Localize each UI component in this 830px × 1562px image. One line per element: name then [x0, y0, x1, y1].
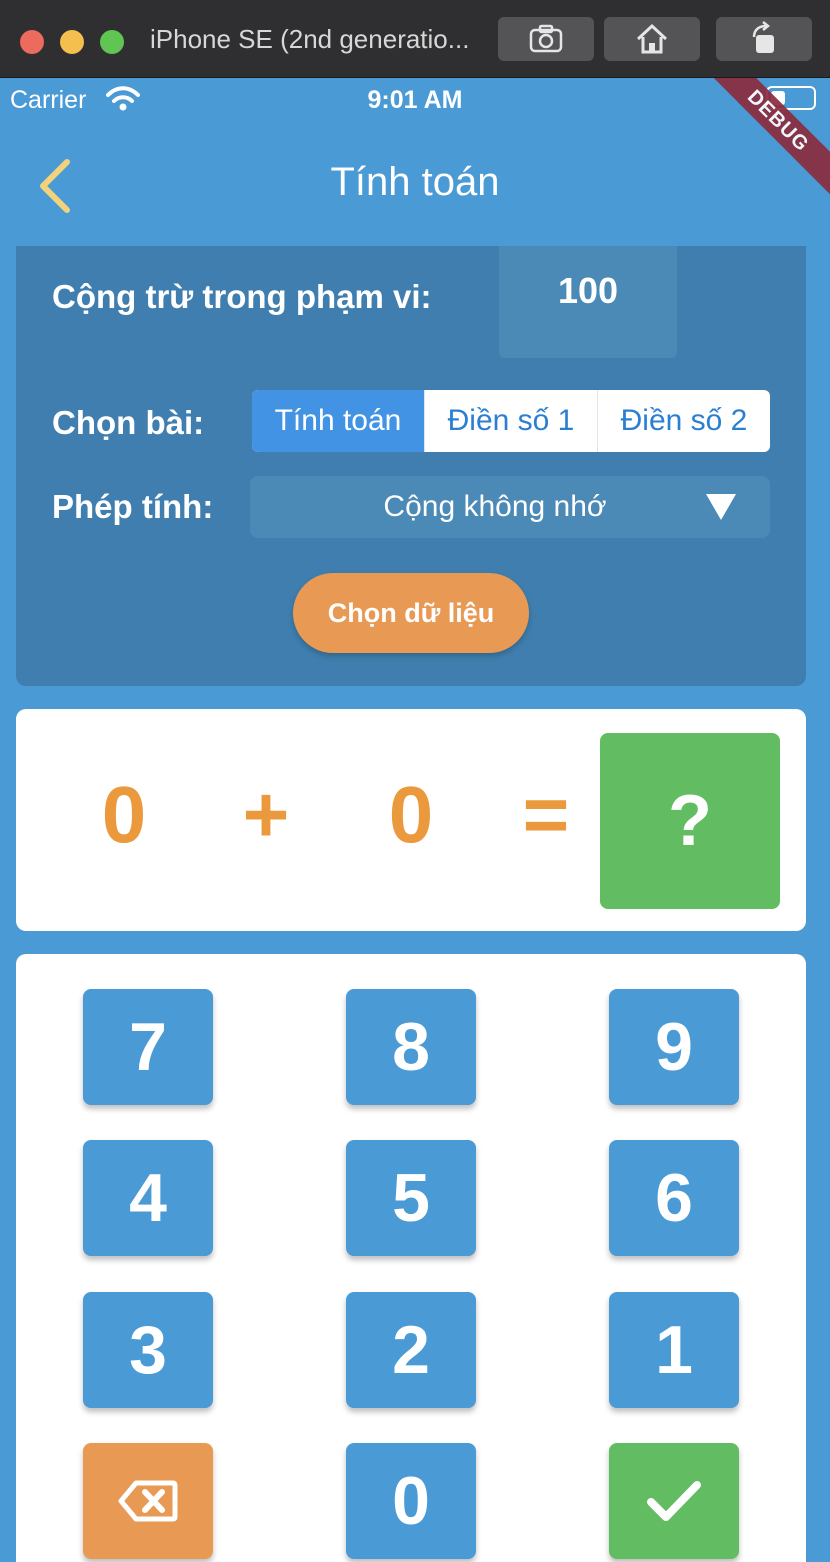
key-1[interactable]: 1	[609, 1292, 739, 1408]
home-button[interactable]	[604, 17, 700, 61]
operator-sign: +	[242, 770, 290, 859]
rotate-button[interactable]	[716, 17, 812, 61]
home-icon	[636, 23, 668, 54]
rotate-icon	[752, 21, 774, 53]
operand-2: 0	[388, 770, 434, 859]
backspace-icon	[118, 1480, 178, 1522]
close-window-button[interactable]	[20, 30, 44, 54]
backspace-button[interactable]	[83, 1443, 213, 1559]
key-4[interactable]: 4	[83, 1140, 213, 1256]
screenshot-button[interactable]	[498, 17, 594, 61]
key-9[interactable]: 9	[609, 989, 739, 1105]
segment-dien-so-1[interactable]: Điền số 1	[424, 390, 597, 452]
operation-dropdown[interactable]: Cộng không nhớ	[250, 476, 770, 538]
zoom-window-button[interactable]	[100, 30, 124, 54]
operation-label: Phép tính:	[52, 488, 214, 525]
answer-box[interactable]: ?	[600, 733, 780, 909]
simulator-titlebar: iPhone SE (2nd generatio...	[0, 0, 830, 78]
check-icon	[647, 1481, 701, 1521]
submit-button[interactable]	[609, 1443, 739, 1559]
page-title: Tính toán	[330, 160, 500, 204]
range-value-field[interactable]: 100	[499, 246, 677, 358]
settings-panel: Cộng trừ trong phạm vi: 100 Chọn bài: Tí…	[16, 246, 806, 686]
key-2[interactable]: 2	[346, 1292, 476, 1408]
equals-sign: =	[522, 770, 570, 859]
phone-screen: Carrier 9:01 AM DEBUG Tính toán Cộng trừ…	[0, 78, 830, 1562]
exercise-segmented-control: Tính toán Điền số 1 Điền số 2	[252, 390, 770, 452]
equation-card: 0 + 0 = ?	[16, 709, 806, 931]
key-6[interactable]: 6	[609, 1140, 739, 1256]
dropdown-arrow-icon	[706, 494, 736, 520]
segment-tinh-toan[interactable]: Tính toán	[252, 390, 424, 452]
segment-dien-so-2[interactable]: Điền số 2	[597, 390, 770, 452]
key-5[interactable]: 5	[346, 1140, 476, 1256]
range-label: Cộng trừ trong phạm vi:	[52, 278, 432, 315]
key-8[interactable]: 8	[346, 989, 476, 1105]
choose-data-button[interactable]: Chọn dữ liệu	[293, 573, 529, 653]
exercise-label: Chọn bài:	[52, 404, 205, 441]
minimize-window-button[interactable]	[60, 30, 84, 54]
number-keypad: 7 8 9 4 5 6 3 2 1 0	[16, 954, 806, 1562]
operand-1: 0	[101, 770, 147, 859]
operation-selected-value: Cộng không nhớ	[383, 490, 607, 523]
status-time: 9:01 AM	[367, 86, 463, 114]
camera-icon	[529, 24, 563, 53]
window-title: iPhone SE (2nd generatio...	[150, 24, 470, 54]
key-3[interactable]: 3	[83, 1292, 213, 1408]
status-bar: Carrier 9:01 AM	[0, 78, 830, 124]
app-bar: Tính toán	[0, 124, 830, 244]
key-0[interactable]: 0	[346, 1443, 476, 1559]
key-7[interactable]: 7	[83, 989, 213, 1105]
